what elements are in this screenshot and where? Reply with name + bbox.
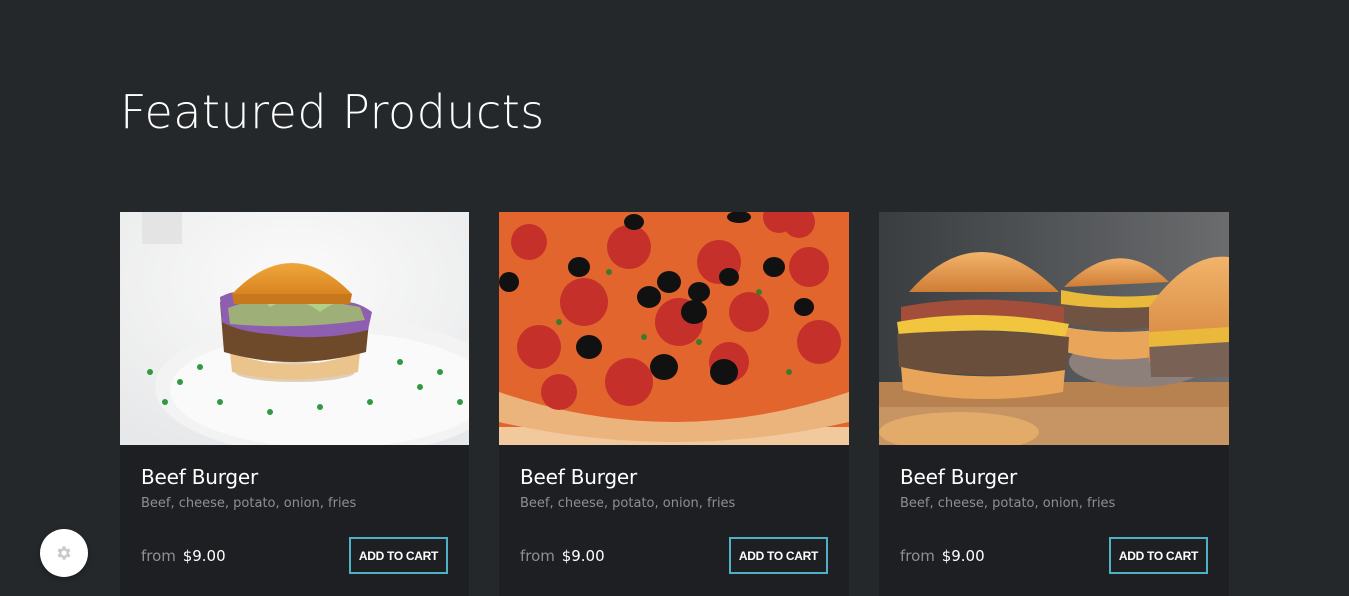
burger-photo [120, 212, 469, 445]
price-row: from $9.00 ADD TO CART [520, 537, 828, 574]
pizza-photo [499, 212, 849, 445]
price: from $9.00 [900, 547, 985, 565]
product-description: Beef, cheese, potato, onion, fries [900, 496, 1116, 511]
product-info: Beef Burger Beef, cheese, potato, onion,… [879, 445, 1229, 596]
product-card: Beef Burger Beef, cheese, potato, onion,… [120, 212, 469, 596]
product-grid: Beef Burger Beef, cheese, potato, onion,… [120, 212, 1230, 596]
price-row: from $9.00 ADD TO CART [141, 537, 448, 574]
product-description: Beef, cheese, potato, onion, fries [520, 496, 736, 511]
section-title: Featured Products [120, 85, 545, 139]
cheeseburgers-photo [879, 212, 1229, 445]
featured-products-page: Featured Products Beef Burger Beef, chee… [0, 0, 1349, 596]
price: from $9.00 [141, 547, 226, 565]
price: from $9.00 [520, 547, 605, 565]
product-image-pizza[interactable] [499, 212, 849, 445]
product-info: Beef Burger Beef, cheese, potato, onion,… [120, 445, 469, 596]
price-prefix: from [900, 546, 935, 565]
price-prefix: from [520, 546, 555, 565]
product-name[interactable]: Beef Burger [520, 465, 828, 489]
product-image-burger[interactable] [120, 212, 469, 445]
product-image-cheeseburgers[interactable] [879, 212, 1229, 445]
price-amount: $9.00 [561, 546, 605, 565]
product-description: Beef, cheese, potato, onion, fries [141, 496, 357, 511]
settings-button[interactable] [40, 529, 88, 577]
add-to-cart-button[interactable]: ADD TO CART [1109, 537, 1208, 574]
price-amount: $9.00 [941, 546, 985, 565]
product-name[interactable]: Beef Burger [141, 465, 448, 489]
add-to-cart-button[interactable]: ADD TO CART [349, 537, 448, 574]
product-name[interactable]: Beef Burger [900, 465, 1208, 489]
product-card: Beef Burger Beef, cheese, potato, onion,… [879, 212, 1229, 596]
add-to-cart-button[interactable]: ADD TO CART [729, 537, 828, 574]
product-card: Beef Burger Beef, cheese, potato, onion,… [499, 212, 849, 596]
price-row: from $9.00 ADD TO CART [900, 537, 1208, 574]
price-amount: $9.00 [182, 546, 226, 565]
price-prefix: from [141, 546, 176, 565]
product-info: Beef Burger Beef, cheese, potato, onion,… [499, 445, 849, 596]
gear-icon [57, 546, 71, 560]
